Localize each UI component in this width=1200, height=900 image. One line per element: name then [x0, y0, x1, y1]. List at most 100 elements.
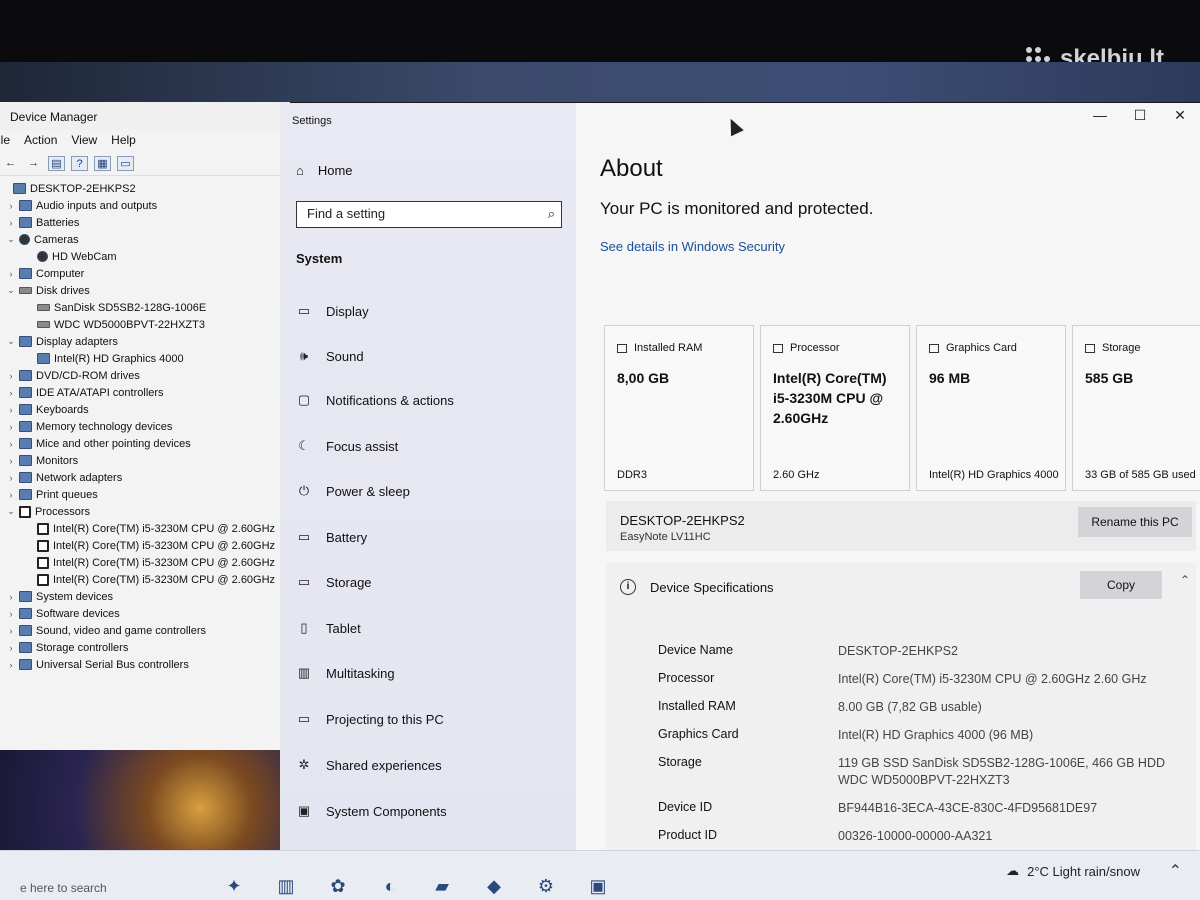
nav-item-storage[interactable]: ▭ Storage — [296, 574, 372, 590]
menu-file[interactable]: ile — [0, 133, 10, 152]
copy-button[interactable]: Copy — [1080, 571, 1162, 599]
monitor-scan-icon[interactable]: ▭ — [117, 156, 134, 171]
chevron-right-icon[interactable]: › — [6, 371, 16, 381]
chevron-right-icon[interactable]: › — [6, 269, 16, 279]
chevron-right-icon[interactable]: › — [6, 660, 16, 670]
tree-node[interactable]: SanDisk SD5SB2-128G-1006E — [0, 299, 290, 316]
nav-item-focus-assist[interactable]: ☾ Focus assist — [296, 438, 398, 454]
tree-node[interactable]: › Network adapters — [0, 469, 290, 486]
nav-item-sound[interactable]: 🕪 Sound — [296, 348, 364, 364]
tree-node[interactable]: › Mice and other pointing devices — [0, 435, 290, 452]
tree-node[interactable]: › System devices — [0, 588, 290, 605]
details-icon[interactable]: ▦ — [94, 156, 111, 171]
chevron-right-icon[interactable]: › — [6, 422, 16, 432]
cpu-icon — [19, 505, 31, 518]
back-arrow-icon[interactable]: ← — [2, 156, 19, 171]
tree-node[interactable]: › Print queues — [0, 486, 290, 503]
nav-home[interactable]: ⌂ Home — [296, 163, 353, 178]
chevron-right-icon[interactable]: › — [6, 439, 16, 449]
tree-node[interactable]: › Computer — [0, 265, 290, 282]
tray-chevron-icon[interactable]: ⌃ — [1169, 861, 1182, 881]
tree-node[interactable]: › Audio inputs and outputs — [0, 197, 290, 214]
widgets-icon[interactable]: ✦ — [222, 875, 246, 897]
chevron-right-icon[interactable]: › — [6, 643, 16, 653]
weather-widget[interactable]: ☁ 2°C Light rain/snow — [1006, 863, 1140, 879]
copilot-icon[interactable]: ✿ — [326, 875, 350, 897]
tree-node[interactable]: › Keyboards — [0, 401, 290, 418]
chevron-right-icon[interactable]: › — [6, 405, 16, 415]
tree-node[interactable]: ⌄ Processors — [0, 503, 290, 520]
file-explorer-icon[interactable]: ▰ — [430, 875, 454, 897]
close-icon[interactable]: ✕ — [1160, 107, 1200, 124]
task-view-icon[interactable]: ▥ — [274, 875, 298, 897]
computer-icon — [19, 268, 32, 279]
tree-node[interactable]: Intel(R) Core(TM) i5-3230M CPU @ 2.60GHz — [0, 537, 290, 554]
chevron-right-icon[interactable]: › — [6, 609, 16, 619]
card-title: Processor — [773, 342, 840, 354]
tree-node[interactable]: Intel(R) Core(TM) i5-3230M CPU @ 2.60GHz — [0, 571, 290, 588]
nav-item-system-components[interactable]: ▣ System Components — [296, 803, 447, 819]
tree-node[interactable]: › Software devices — [0, 605, 290, 622]
tree-node[interactable]: ⌄ Disk drives — [0, 282, 290, 299]
nav-item-label: Power & sleep — [326, 483, 410, 499]
menu-help[interactable]: Help — [111, 133, 136, 152]
settings-gear-icon[interactable]: ⚙ — [534, 875, 558, 897]
store-icon[interactable]: ◆ — [482, 875, 506, 897]
chevron-right-icon[interactable]: › — [6, 218, 16, 228]
chevron-right-icon[interactable]: › — [6, 626, 16, 636]
tree-node[interactable]: › Sound, video and game controllers — [0, 622, 290, 639]
properties-icon[interactable]: ▤ — [48, 156, 65, 171]
chevron-right-icon[interactable]: › — [6, 388, 16, 398]
maximize-icon[interactable]: ☐ — [1120, 107, 1160, 124]
tree-node[interactable]: WDC WD5000BPVT-22HXZT3 — [0, 316, 290, 333]
nav-item-tablet[interactable]: ▯ Tablet — [296, 620, 360, 636]
nav-item-notifications-actions[interactable]: ▢ Notifications & actions — [296, 392, 454, 408]
help-icon[interactable]: ? — [71, 156, 88, 171]
tree-node[interactable]: › Universal Serial Bus controllers — [0, 656, 290, 673]
tree-node[interactable]: Intel(R) HD Graphics 4000 — [0, 350, 290, 367]
minimize-icon[interactable]: — — [1080, 107, 1120, 124]
tree-node[interactable]: Intel(R) Core(TM) i5-3230M CPU @ 2.60GHz — [0, 554, 290, 571]
windows-security-link[interactable]: See details in Windows Security — [600, 239, 785, 254]
nav-item-multitasking[interactable]: ▥ Multitasking — [296, 665, 395, 681]
specs-header[interactable]: i Device Specifications — [620, 579, 774, 595]
printer-icon — [19, 489, 32, 500]
chevron-right-icon[interactable]: › — [6, 456, 16, 466]
tree-node[interactable]: › Storage controllers — [0, 639, 290, 656]
rename-pc-button[interactable]: Rename this PC — [1078, 507, 1192, 537]
edge-icon[interactable]: ◐ — [378, 875, 402, 897]
menu-view[interactable]: View — [71, 133, 97, 152]
chevron-up-icon[interactable]: ⌃ — [1180, 573, 1190, 587]
chevron-down-icon[interactable]: ⌄ — [6, 234, 16, 245]
system-icon — [19, 591, 32, 602]
menu-action[interactable]: Action — [24, 133, 57, 152]
nav-item-battery[interactable]: ▭ Battery — [296, 529, 367, 545]
search-icon[interactable]: ⌕ — [548, 206, 555, 222]
device-manager-taskbar-icon[interactable]: ▣ — [586, 875, 610, 897]
tree-node[interactable]: ⌄ Cameras — [0, 231, 290, 248]
nav-item-projecting-to-this-pc[interactable]: ▭ Projecting to this PC — [296, 711, 444, 727]
chevron-right-icon[interactable]: › — [6, 490, 16, 500]
tree-node[interactable]: ⌄ Display adapters — [0, 333, 290, 350]
tree-node[interactable]: Intel(R) Core(TM) i5-3230M CPU @ 2.60GHz — [0, 520, 290, 537]
tree-node[interactable]: › IDE ATA/ATAPI controllers — [0, 384, 290, 401]
settings-search-input[interactable]: Find a setting ⌕ — [296, 201, 562, 228]
tree-node[interactable]: › Memory technology devices — [0, 418, 290, 435]
forward-arrow-icon[interactable]: → — [25, 156, 42, 171]
tree-node[interactable]: HD WebCam — [0, 248, 290, 265]
chevron-right-icon[interactable]: › — [6, 473, 16, 483]
chevron-right-icon[interactable]: › — [6, 201, 16, 211]
nav-item-display[interactable]: ▭ Display — [296, 303, 369, 319]
tree-node[interactable]: › Monitors — [0, 452, 290, 469]
tree-node[interactable]: DESKTOP-2EHKPS2 — [0, 180, 290, 197]
nav-item-power-sleep[interactable]: ⏻ Power & sleep — [296, 483, 410, 499]
nav-item-shared-experiences[interactable]: ✲ Shared experiences — [296, 757, 442, 773]
chevron-down-icon[interactable]: ⌄ — [6, 336, 16, 347]
chevron-right-icon[interactable]: › — [6, 592, 16, 602]
taskbar-search[interactable]: e here to search — [20, 881, 107, 895]
tree-node[interactable]: › Batteries — [0, 214, 290, 231]
chevron-down-icon[interactable]: ⌄ — [6, 506, 16, 517]
pc-name: DESKTOP-2EHKPS2 — [620, 513, 745, 528]
chevron-down-icon[interactable]: ⌄ — [6, 285, 16, 296]
tree-node[interactable]: › DVD/CD-ROM drives — [0, 367, 290, 384]
